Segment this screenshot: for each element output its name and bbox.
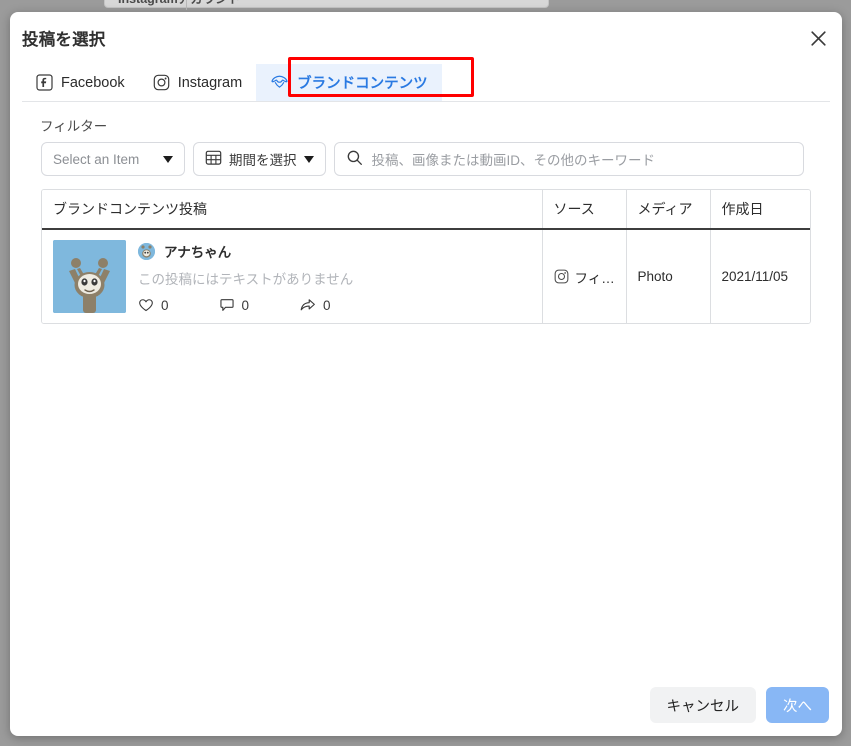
column-header-date: 作成日 (710, 190, 810, 229)
tab-facebook[interactable]: Facebook (22, 64, 139, 101)
source-value: フィ… (575, 267, 615, 287)
instagram-icon (153, 74, 170, 91)
calendar-grid-icon (205, 149, 222, 169)
select-item-value: Select an Item (53, 152, 139, 167)
tab-instagram-label: Instagram (178, 75, 242, 91)
dialog-tabs: Facebook Instagram ブランドコンテンツ (22, 64, 830, 102)
dialog-header: 投稿を選択 (10, 12, 842, 64)
filter-controls: Select an Item 期間を選択 投稿、画像または動画ID、その他のキー… (41, 142, 842, 176)
media-cell: Photo (626, 229, 710, 323)
table-header-row: ブランドコンテンツ投稿 ソース メディア 作成日 (42, 190, 810, 229)
cancel-button[interactable]: キャンセル (650, 687, 757, 723)
like-stat: 0 (138, 297, 169, 313)
heart-icon (138, 297, 154, 313)
comment-bubble-icon (219, 297, 235, 313)
select-item-dropdown[interactable]: Select an Item (41, 142, 185, 176)
search-icon (346, 149, 363, 169)
avatar (138, 243, 155, 260)
dialog-footer: キャンセル 次へ (650, 687, 830, 723)
post-thumbnail (53, 240, 126, 313)
dialog-title: 投稿を選択 (22, 26, 106, 50)
tab-brand-content-label: ブランドコンテンツ (297, 72, 428, 93)
period-label: 期間を選択 (229, 149, 297, 169)
close-icon[interactable] (804, 24, 832, 52)
post-text: この投稿にはテキストがありません (138, 268, 353, 288)
search-placeholder: 投稿、画像または動画ID、その他のキーワード (372, 149, 656, 169)
tab-instagram[interactable]: Instagram (139, 64, 256, 101)
filter-label: フィルター (40, 115, 842, 135)
chevron-down-icon (304, 156, 314, 163)
select-post-dialog: 投稿を選択 Facebook (10, 12, 842, 736)
date-cell: 2021/11/05 (710, 229, 810, 323)
posts-table: ブランドコンテンツ投稿 ソース メディア 作成日 (41, 189, 811, 324)
chevron-down-icon (163, 156, 173, 163)
post-author-row: アナちゃん (138, 241, 353, 261)
next-button[interactable]: 次へ (766, 687, 829, 723)
like-count: 0 (161, 298, 169, 313)
share-stat: 0 (299, 297, 331, 313)
brand-content-gem-icon (270, 73, 289, 92)
tab-brand-content[interactable]: ブランドコンテンツ (256, 64, 442, 101)
column-header-post: ブランドコンテンツ投稿 (42, 190, 542, 229)
share-arrow-icon (299, 297, 316, 313)
instagram-icon (554, 269, 569, 284)
post-author-name: アナちゃん (164, 241, 231, 261)
comment-stat: 0 (219, 297, 250, 313)
table-row[interactable]: アナちゃん この投稿にはテキストがありません (42, 229, 810, 323)
background-card-title: Instagramアカウント (118, 0, 240, 7)
comment-count: 0 (242, 298, 250, 313)
search-input[interactable]: 投稿、画像または動画ID、その他のキーワード (334, 142, 804, 176)
share-count: 0 (323, 298, 331, 313)
column-header-source: ソース (542, 190, 626, 229)
facebook-icon (36, 74, 53, 91)
source-cell: フィ… (542, 229, 626, 323)
column-header-media: メディア (626, 190, 710, 229)
period-dropdown[interactable]: 期間を選択 (193, 142, 326, 176)
background-divider-left (186, 0, 187, 10)
tab-facebook-label: Facebook (61, 75, 125, 91)
post-stats: 0 0 (138, 297, 353, 313)
post-cell: アナちゃん この投稿にはテキストがありません (42, 229, 542, 323)
